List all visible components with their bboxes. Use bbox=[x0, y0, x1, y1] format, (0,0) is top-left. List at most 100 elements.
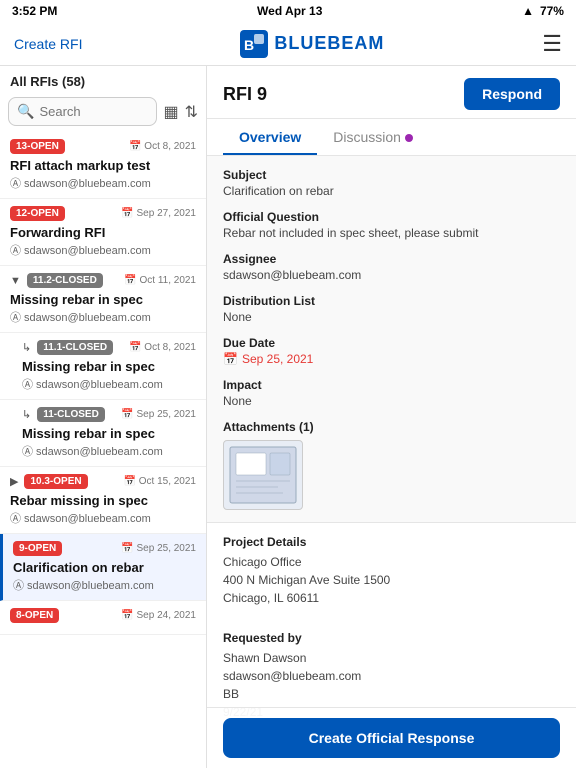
rfi-title: Forwarding RFI bbox=[10, 225, 196, 240]
rfi-badge: 11.1-CLOSED bbox=[37, 340, 113, 355]
project-details-label: Project Details bbox=[223, 535, 560, 549]
due-date-value: 📅 Sep 25, 2021 bbox=[223, 352, 560, 366]
rfi-user: Ⓐ sdawson@bluebeam.com bbox=[10, 175, 196, 191]
rfi-detail-header: RFI 9 Respond bbox=[207, 66, 576, 119]
rfi-date: 📅 Sep 25, 2021 bbox=[121, 409, 196, 420]
rfi-title: Rebar missing in spec bbox=[10, 493, 196, 508]
rfi-date: 📅 Oct 15, 2021 bbox=[124, 476, 197, 487]
main-layout: All RFIs (58) 🔍 ▦ ⇅ 13-OPEN 📅 Oct 8, 202… bbox=[0, 66, 576, 768]
assignee-section: Assignee sdawson@bluebeam.com bbox=[223, 252, 560, 282]
rfi-user: Ⓐ sdawson@bluebeam.com bbox=[10, 309, 196, 325]
rfi-date: 📅 Sep 24, 2021 bbox=[121, 610, 196, 621]
rfi-badge: 11-CLOSED bbox=[37, 407, 105, 422]
project-details-text: Chicago Office 400 N Michigan Ave Suite … bbox=[223, 553, 560, 607]
create-rfi-link[interactable]: Create RFI bbox=[14, 36, 82, 52]
rfi-date: 📅 Oct 8, 2021 bbox=[129, 342, 196, 353]
subject-value: Clarification on rebar bbox=[223, 184, 560, 198]
status-day: Wed Apr 13 bbox=[257, 4, 322, 18]
rfi-date: 📅 Oct 11, 2021 bbox=[124, 275, 196, 286]
rfi-badge: 12-OPEN bbox=[10, 206, 65, 221]
menu-icon[interactable]: ☰ bbox=[542, 31, 562, 57]
impact-label: Impact bbox=[223, 378, 560, 392]
rfi-title: Missing rebar in spec bbox=[22, 426, 196, 441]
rfi-badge: 8-OPEN bbox=[10, 608, 59, 623]
rfi-title: RFI attach markup test bbox=[10, 158, 196, 173]
official-question-section: Official Question Rebar not included in … bbox=[223, 210, 560, 240]
wifi-icon: ▲ bbox=[522, 4, 534, 18]
rfi-meta: ↳ 11-CLOSED 📅 Sep 25, 2021 bbox=[22, 407, 196, 422]
battery-icon: 77% bbox=[540, 4, 564, 18]
attachment-preview-icon bbox=[228, 445, 298, 505]
status-time: 3:52 PM bbox=[12, 4, 57, 18]
rfi-user: Ⓐ sdawson@bluebeam.com bbox=[10, 510, 196, 526]
right-panel: RFI 9 Respond Overview Discussion Subjec… bbox=[207, 66, 576, 768]
search-input[interactable] bbox=[39, 104, 148, 119]
rfi-badge: 10.3-OPEN bbox=[24, 474, 87, 489]
attachments-label: Attachments (1) bbox=[223, 420, 560, 434]
bluebeam-logo-icon: B bbox=[240, 30, 268, 58]
logo: B BLUEBEAM bbox=[240, 30, 384, 58]
rfi-user: Ⓐ sdawson@bluebeam.com bbox=[13, 577, 196, 593]
list-item[interactable]: 9-OPEN 📅 Sep 25, 2021 Clarification on r… bbox=[0, 534, 206, 601]
rfi-user: Ⓐ sdawson@bluebeam.com bbox=[22, 443, 196, 459]
distribution-label: Distribution List bbox=[223, 294, 560, 308]
assignee-label: Assignee bbox=[223, 252, 560, 266]
subject-label: Subject bbox=[223, 168, 560, 182]
list-item[interactable]: ↳ 11.1-CLOSED 📅 Oct 8, 2021 Missing reba… bbox=[0, 333, 206, 400]
due-date-label: Due Date bbox=[223, 336, 560, 350]
due-date-section: Due Date 📅 Sep 25, 2021 bbox=[223, 336, 560, 366]
rfi-user: Ⓐ sdawson@bluebeam.com bbox=[22, 376, 196, 392]
rfi-meta: ↳ 11.1-CLOSED 📅 Oct 8, 2021 bbox=[22, 340, 196, 355]
rfi-date: 📅 Sep 27, 2021 bbox=[121, 208, 196, 219]
rfi-badge: 11.2-CLOSED bbox=[27, 273, 103, 288]
subject-section: Subject Clarification on rebar bbox=[223, 168, 560, 198]
rfi-meta: ▶ 10.3-OPEN 📅 Oct 15, 2021 bbox=[10, 474, 196, 489]
rfi-badge: 13-OPEN bbox=[10, 139, 65, 154]
svg-text:B: B bbox=[244, 37, 254, 53]
project-details: Project Details Chicago Office 400 N Mic… bbox=[207, 522, 576, 619]
left-panel: All RFIs (58) 🔍 ▦ ⇅ 13-OPEN 📅 Oct 8, 202… bbox=[0, 66, 207, 768]
all-rfis-header: All RFIs (58) bbox=[0, 66, 206, 93]
rfi-date: 📅 Sep 25, 2021 bbox=[121, 543, 196, 554]
impact-section: Impact None bbox=[223, 378, 560, 408]
attachment-thumbnail[interactable] bbox=[223, 440, 303, 510]
discussion-dot bbox=[405, 134, 413, 142]
search-icon: 🔍 bbox=[17, 103, 34, 120]
child-icon: ↳ bbox=[22, 341, 31, 354]
list-item[interactable]: ▼ 11.2-CLOSED 📅 Oct 11, 2021 Missing reb… bbox=[0, 266, 206, 333]
official-question-value: Rebar not included in spec sheet, please… bbox=[223, 226, 560, 240]
rfi-meta: 12-OPEN 📅 Sep 27, 2021 bbox=[10, 206, 196, 221]
rfi-title: Missing rebar in spec bbox=[22, 359, 196, 374]
filter-icon[interactable]: ▦ bbox=[163, 102, 178, 122]
list-item[interactable]: 8-OPEN 📅 Sep 24, 2021 bbox=[0, 601, 206, 635]
detail-tabs: Overview Discussion bbox=[207, 119, 576, 156]
respond-button[interactable]: Respond bbox=[464, 78, 560, 110]
expand-icon: ▼ bbox=[10, 275, 21, 287]
bottom-bar: Create Official Response bbox=[207, 707, 576, 768]
tab-discussion[interactable]: Discussion bbox=[317, 119, 429, 155]
detail-content: Subject Clarification on rebar Official … bbox=[207, 156, 576, 768]
rfi-badge: 9-OPEN bbox=[13, 541, 62, 556]
rfi-meta: ▼ 11.2-CLOSED 📅 Oct 11, 2021 bbox=[10, 273, 196, 288]
list-item[interactable]: ▶ 10.3-OPEN 📅 Oct 15, 2021 Rebar missing… bbox=[0, 467, 206, 534]
create-official-response-button[interactable]: Create Official Response bbox=[223, 718, 560, 758]
app-header: Create RFI B BLUEBEAM ☰ bbox=[0, 22, 576, 66]
child-icon: ↳ bbox=[22, 408, 31, 421]
impact-value: None bbox=[223, 394, 560, 408]
search-box[interactable]: 🔍 bbox=[8, 97, 157, 126]
list-item[interactable]: 12-OPEN 📅 Sep 27, 2021 Forwarding RFI Ⓐ … bbox=[0, 199, 206, 266]
official-question-label: Official Question bbox=[223, 210, 560, 224]
expand-icon: ▶ bbox=[10, 475, 18, 488]
sort-icon[interactable]: ⇅ bbox=[185, 102, 198, 122]
attachments-section: Attachments (1) bbox=[223, 420, 560, 510]
list-item[interactable]: ↳ 11-CLOSED 📅 Sep 25, 2021 Missing rebar… bbox=[0, 400, 206, 467]
status-icons: ▲ 77% bbox=[522, 4, 564, 18]
assignee-value: sdawson@bluebeam.com bbox=[223, 268, 560, 282]
status-bar: 3:52 PM Wed Apr 13 ▲ 77% bbox=[0, 0, 576, 22]
rfi-title: Clarification on rebar bbox=[13, 560, 196, 575]
rfi-list: 13-OPEN 📅 Oct 8, 2021 RFI attach markup … bbox=[0, 132, 206, 768]
distribution-section: Distribution List None bbox=[223, 294, 560, 324]
list-item[interactable]: 13-OPEN 📅 Oct 8, 2021 RFI attach markup … bbox=[0, 132, 206, 199]
search-row: 🔍 ▦ ⇅ bbox=[0, 93, 206, 132]
tab-overview[interactable]: Overview bbox=[223, 119, 317, 155]
